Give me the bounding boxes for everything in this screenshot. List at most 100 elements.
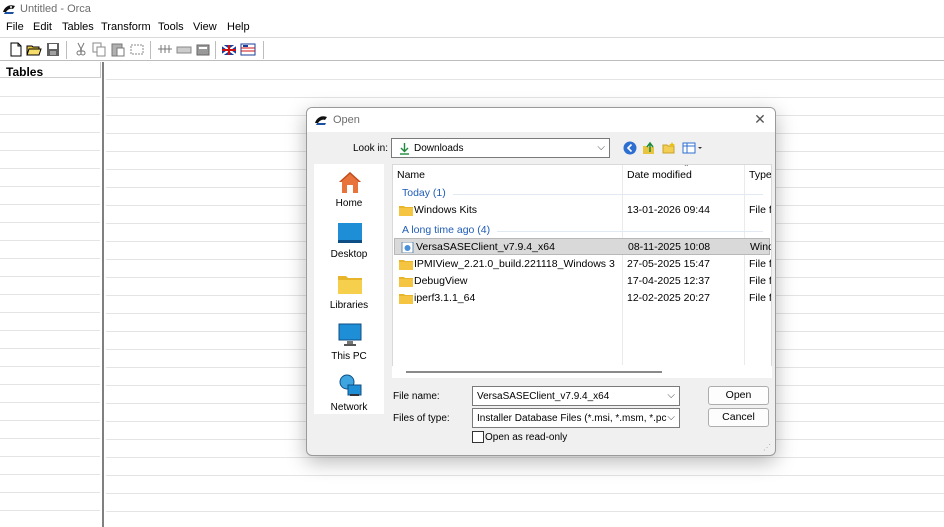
toolbar-separator [263,41,264,59]
file-date: 12-02-2025 20:27 [627,292,710,304]
places-bar: Home Desktop Libraries This PC Network [314,164,384,414]
download-icon [400,143,409,155]
folder-icon [399,206,413,216]
folder-icon [399,260,413,270]
file-type: File fo [749,292,772,304]
menu-tools[interactable]: Tools [158,21,184,33]
paste-icon[interactable] [110,42,126,57]
list-item[interactable]: Windows Kits 13-01-2026 09:44 File fo [393,202,771,219]
file-type-dropdown[interactable]: Installer Database Files (*.msi, *.msm, … [472,408,680,428]
group-divider [453,194,763,195]
toolbar-separator [215,41,216,59]
tables-header: Tables [0,62,100,79]
chevron-down-icon: ⌵ [597,142,605,153]
column-header-name[interactable]: Name [397,169,425,181]
file-name: IPMIView_2.21.0_build.221118_Windows 3 [414,258,615,270]
validate-icon[interactable] [157,42,173,57]
place-libraries-label: Libraries [329,300,369,311]
toolbar [0,37,944,61]
file-name: Windows Kits [414,204,478,216]
group-divider [497,231,763,232]
open-dialog: Open ✕ Look in: Downloads ⌵ Home Desktop… [306,107,776,456]
look-in-value: Downloads [414,143,464,154]
place-this-pc[interactable]: This PC [314,321,384,367]
read-only-checkbox[interactable] [472,431,484,443]
menu-edit[interactable]: Edit [33,21,52,33]
file-type-value: Installer Database Files (*.msi, *.msm, … [477,413,667,424]
file-name: iperf3.1.1_64 [414,292,476,304]
folder-icon [399,294,413,304]
transform-icon[interactable] [195,42,211,57]
flag-uk-icon[interactable] [221,42,237,57]
column-divider [100,62,101,78]
orca-app-icon [3,5,15,14]
menu-help[interactable]: Help [227,21,250,33]
tables-header-label: Tables [6,65,44,79]
tables-pane[interactable]: Tables [0,62,104,527]
back-icon[interactable] [623,141,637,155]
column-header-type[interactable]: Type [749,169,771,181]
cancel-button[interactable]: Cancel [708,408,769,427]
file-type: File fo [749,258,772,270]
new-icon[interactable] [8,42,24,57]
place-home[interactable]: Home [314,168,384,214]
look-in-dropdown[interactable]: Downloads ⌵ [391,138,610,158]
save-icon[interactable] [45,42,61,57]
file-name: DebugView [414,275,468,287]
list-item[interactable]: IPMIView_2.21.0_build.221118_Windows 3 2… [393,256,772,273]
file-name-field[interactable]: VersaSASEClient_v7.9.4_x64 ⌵ [472,386,680,406]
place-this-pc-label: This PC [331,351,367,362]
new-folder-icon[interactable] [662,141,676,155]
read-only-label[interactable]: Open as read-only [485,432,567,443]
up-folder-icon[interactable] [642,141,656,155]
file-name-value: VersaSASEClient_v7.9.4_x64 [477,391,610,402]
look-in-label: Look in: [353,143,389,154]
file-date: 13-01-2026 09:44 [627,204,710,216]
horizontal-scrollbar[interactable] [392,366,772,378]
scrollbar-thumb[interactable] [406,371,662,373]
tables-list [0,79,100,527]
copy-icon[interactable] [91,42,107,57]
folder-icon [399,277,413,287]
dialog-title: Open [333,114,360,126]
resize-grip-icon[interactable]: ⋰ [763,443,773,453]
orca-app-icon [315,116,327,125]
menu-transform[interactable]: Transform [101,21,151,33]
place-network[interactable]: Network [314,372,384,418]
place-home-label: Home [335,198,363,209]
menu-file[interactable]: File [6,21,24,33]
file-date: 08-11-2025 10:08 [628,241,711,253]
cut-icon[interactable] [73,42,89,57]
add-row-icon[interactable] [129,42,145,57]
view-menu-icon[interactable] [682,141,704,155]
open-button[interactable]: Open [708,386,769,405]
sort-chevron-icon: ⌃ [683,164,690,172]
window-title: Untitled - Orca [20,3,91,15]
flag-table-icon[interactable] [240,42,256,57]
toolbar-separator [66,41,67,59]
libraries-icon [338,276,362,294]
list-item[interactable]: iperf3.1.1_64 12-02-2025 20:27 File fo [393,290,772,307]
group-header-long-ago[interactable]: A long time ago (4) [402,224,490,236]
file-date: 17-04-2025 12:37 [627,275,710,287]
close-icon[interactable]: ✕ [753,112,767,126]
list-item-selected[interactable]: VersaSASEClient_v7.9.4_x64 08-11-2025 10… [394,238,771,255]
place-desktop[interactable]: Desktop [314,219,384,265]
computer-icon [338,323,362,346]
merge-icon[interactable] [176,42,192,57]
menu-tables[interactable]: Tables [62,21,94,33]
open-icon[interactable] [26,42,42,57]
file-name-label: File name: [393,391,440,402]
menu-view[interactable]: View [193,21,217,33]
list-item[interactable]: DebugView 17-04-2025 12:37 File fo [393,273,771,290]
home-icon [339,172,361,193]
place-desktop-label: Desktop [330,249,368,260]
file-list[interactable]: Name Date modified Type ⌃ Today (1) Wind… [392,164,772,378]
group-header-today[interactable]: Today (1) [402,187,446,199]
installer-icon [401,242,414,253]
place-network-label: Network [330,402,368,413]
chevron-down-icon[interactable]: ⌵ [667,390,675,401]
file-type-label: Files of type: [393,413,450,424]
place-libraries[interactable]: Libraries [314,270,384,316]
title-bar: Untitled - Orca [0,0,944,19]
